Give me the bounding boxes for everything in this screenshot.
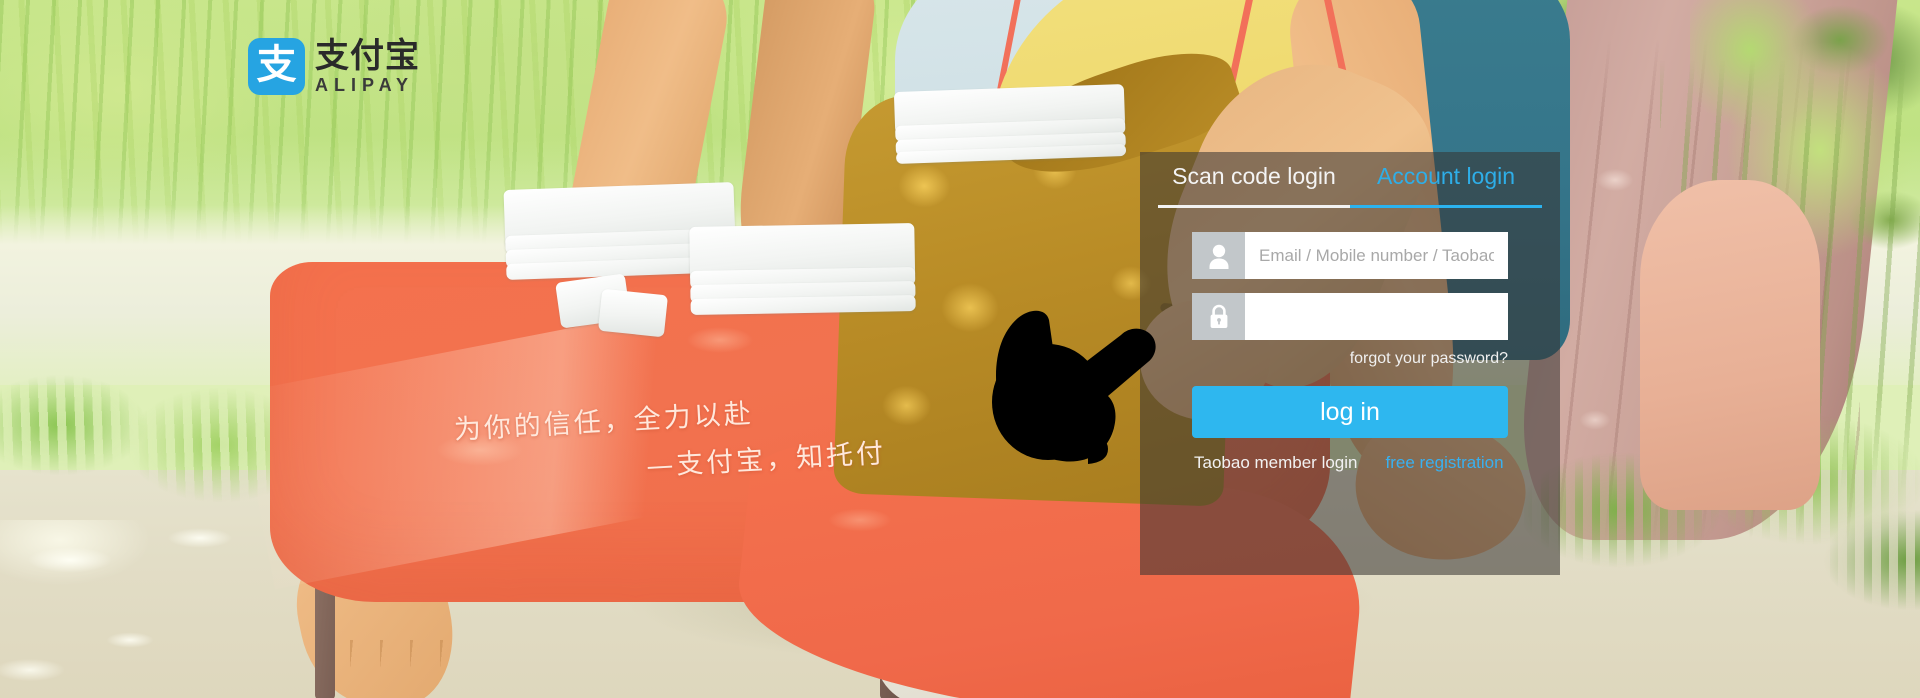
free-registration-link[interactable]: free registration: [1385, 453, 1503, 473]
paper-small-right: [597, 288, 669, 338]
person-yellow-fingers: [320, 640, 450, 698]
password-input[interactable]: [1245, 293, 1508, 340]
tab-scan-code-login[interactable]: Scan code login: [1158, 152, 1350, 208]
login-tabs: Scan code login Account login: [1140, 152, 1560, 208]
alipay-logo: 支 支付宝 ALIPAY: [248, 38, 420, 95]
paper-stack-middle: [689, 223, 916, 315]
username-field-row: [1192, 232, 1508, 279]
tab-account-login[interactable]: Account login: [1350, 152, 1542, 208]
forgot-password-row: forgot your password?: [1192, 350, 1508, 368]
login-form: forgot your password? log in Taobao memb…: [1140, 208, 1560, 473]
alipay-name-cn: 支付宝: [315, 36, 420, 76]
person-right-body: [1640, 180, 1820, 510]
log-in-button[interactable]: log in: [1192, 386, 1508, 438]
username-input[interactable]: [1245, 232, 1508, 279]
password-field-row: [1192, 293, 1508, 340]
user-icon: [1192, 232, 1245, 279]
login-footer-links: Taobao member login free registration: [1192, 453, 1508, 473]
paper-stack-top: [893, 84, 1127, 164]
taobao-member-login-link[interactable]: Taobao member login: [1194, 453, 1357, 473]
alipay-wordmark: 支付宝 ALIPAY: [315, 38, 420, 95]
alipay-login-page: 为你的信任，全力以赴 —支付宝，知托付 支 支付宝 ALIPAY Scan co…: [0, 0, 1920, 698]
lock-icon: [1192, 293, 1245, 340]
login-panel: Scan code login Account login Email / Mo…: [1140, 152, 1560, 575]
alipay-logo-icon: 支: [248, 38, 305, 95]
forgot-password-link[interactable]: forgot your password?: [1350, 350, 1508, 367]
alipay-name-en: ALIPAY: [315, 75, 415, 95]
